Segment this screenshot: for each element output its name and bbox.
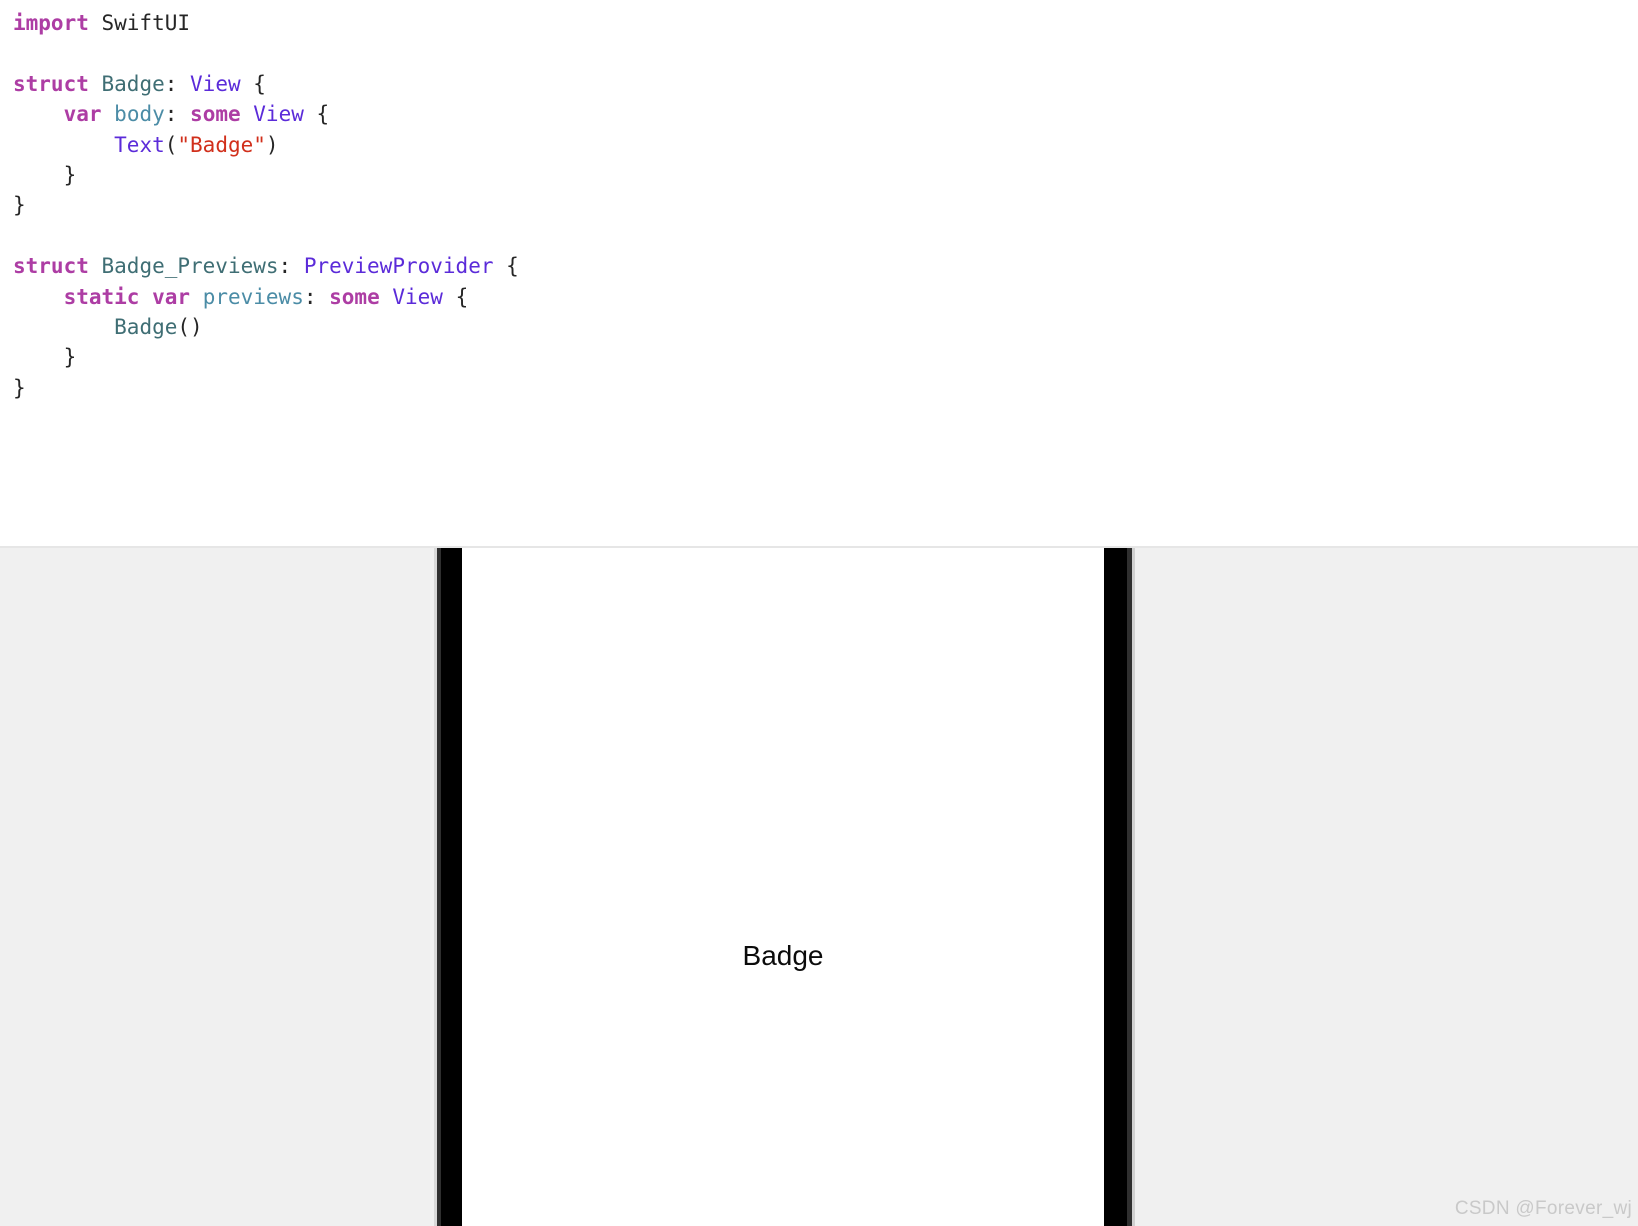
code-line-1[interactable]: import SwiftUI: [13, 8, 1638, 38]
code-token: }: [13, 375, 26, 400]
code-line-4[interactable]: var body: some View {: [13, 99, 1638, 129]
code-line-6[interactable]: }: [13, 160, 1638, 190]
code-editor-pane[interactable]: import SwiftUI struct Badge: View { var …: [0, 0, 1638, 547]
preview-canvas[interactable]: Badge CSDN @Forever_wj: [0, 548, 1638, 1226]
code-token: struct: [13, 254, 89, 279]
code-token: var: [63, 102, 102, 127]
code-token: previews: [202, 284, 304, 309]
code-token: {: [303, 102, 330, 127]
code-token: PreviewProvider: [303, 254, 494, 279]
code-token: some: [190, 102, 241, 127]
code-token: View: [190, 71, 241, 96]
code-token: {: [442, 284, 469, 309]
device-bezel-right: [1104, 548, 1127, 1226]
code-token: "Badge": [177, 132, 266, 157]
xcode-swiftui-preview-screen: import SwiftUI struct Badge: View { var …: [0, 0, 1638, 1226]
code-line-10[interactable]: static var previews: some View {: [13, 282, 1638, 312]
code-token: }: [13, 193, 26, 218]
code-line-11[interactable]: Badge(): [13, 312, 1638, 342]
code-token: var: [152, 284, 191, 309]
code-line-2[interactable]: [13, 38, 1638, 68]
code-token: (): [177, 314, 203, 339]
code-token: static: [63, 284, 140, 309]
code-token: Text: [114, 132, 165, 157]
device-bezel-left: [441, 548, 462, 1226]
code-token: :: [303, 284, 330, 309]
code-token: {: [493, 254, 519, 279]
code-token: {: [240, 71, 266, 96]
code-line-12[interactable]: }: [13, 342, 1638, 372]
code-line-8[interactable]: [13, 221, 1638, 251]
code-token: body: [114, 102, 165, 127]
device-screen[interactable]: Badge: [462, 548, 1104, 1226]
code-token: :: [164, 71, 191, 96]
csdn-watermark: CSDN @Forever_wj: [1454, 1198, 1632, 1219]
code-token: }: [13, 162, 77, 187]
code-token: }: [13, 345, 77, 370]
code-line-9[interactable]: struct Badge_Previews: PreviewProvider {: [13, 251, 1638, 281]
code-token: some: [329, 284, 380, 309]
code-token: :: [164, 102, 191, 127]
code-token: :: [278, 254, 304, 279]
code-token: (: [164, 132, 178, 157]
code-token: struct: [13, 71, 89, 96]
code-token: View: [253, 102, 304, 127]
code-token: Badge: [114, 314, 178, 339]
code-token: SwiftUI: [88, 11, 191, 35]
device-bezel-edge-right: [1132, 548, 1135, 1226]
preview-badge-text: Badge: [742, 940, 824, 971]
code-token: import: [13, 11, 89, 35]
code-token: View: [392, 284, 443, 309]
code-line-7[interactable]: }: [13, 190, 1638, 220]
code-token: Badge_Previews: [101, 254, 279, 279]
code-line-3[interactable]: struct Badge: View {: [13, 69, 1638, 99]
code-line-5[interactable]: Text("Badge"): [13, 130, 1638, 160]
iphone-simulator-device[interactable]: Badge: [434, 548, 1135, 1226]
code-token: Badge: [101, 71, 165, 96]
source-code[interactable]: import SwiftUI struct Badge: View { var …: [13, 8, 1638, 403]
code-line-13[interactable]: }: [13, 373, 1638, 403]
code-token: ): [265, 132, 279, 157]
